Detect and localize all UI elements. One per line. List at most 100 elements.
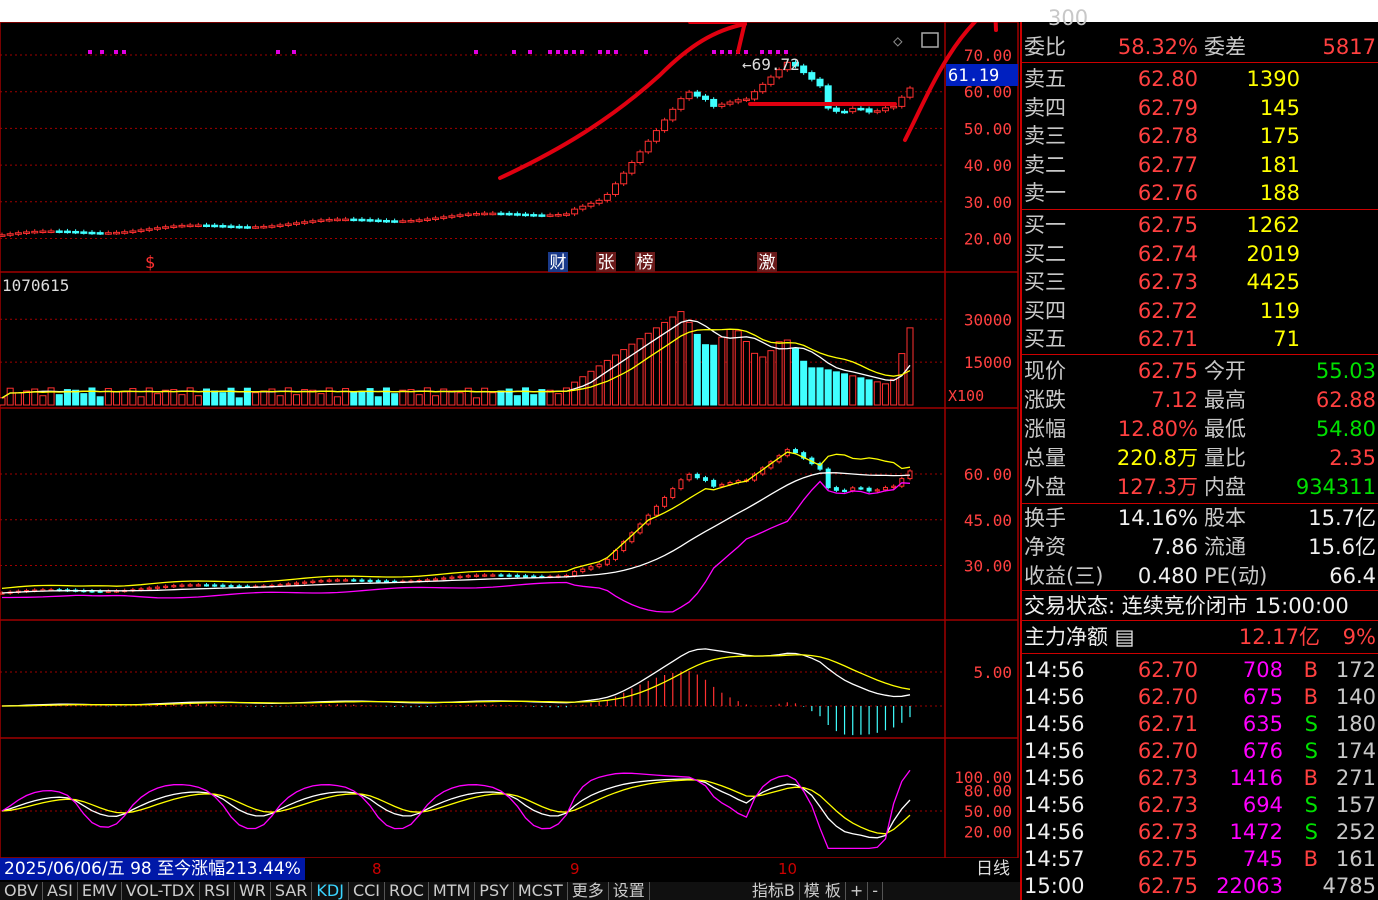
signal-dot <box>712 50 716 54</box>
volume-bar <box>816 367 824 406</box>
ask-row-3[interactable]: 卖三 62.78 175 <box>1022 122 1378 150</box>
sep-bids <box>1022 354 1378 355</box>
ma-candle-body <box>449 576 455 579</box>
candle-body <box>292 222 300 225</box>
volume-bar <box>260 390 268 406</box>
tick-row-8: 15:00 62.75 22063 4785 <box>1022 872 1378 900</box>
ma-candle-body <box>792 449 798 454</box>
tab-asi[interactable]: ASI <box>43 882 78 900</box>
stat-value: 220.8万 <box>1116 446 1198 470</box>
ma-candle-body <box>473 574 479 577</box>
tick-row-1: 14:56 62.70 675 B 140 <box>1022 683 1378 711</box>
candle-body <box>890 105 898 109</box>
ma-candle-body <box>212 584 218 587</box>
tab-cci[interactable]: CCI <box>349 882 386 900</box>
right-tab-0[interactable]: 指标B <box>748 882 800 900</box>
bid-row-5[interactable]: 买五 62.71 71 <box>1022 325 1378 353</box>
ma-candle-body <box>326 579 332 582</box>
tick-row-4: 14:56 62.73 1416 B 271 <box>1022 764 1378 792</box>
candle-body <box>481 212 489 216</box>
tab-obv[interactable]: OBV <box>0 882 44 900</box>
tab-sar[interactable]: SAR <box>271 882 313 900</box>
price-axis-label: 50.00 <box>964 119 1012 138</box>
ma-candle-body <box>711 479 717 487</box>
tick-row-6: 14:56 62.73 1472 S 252 <box>1022 818 1378 846</box>
tick-price: 62.73 <box>1137 766 1198 790</box>
tab-psy[interactable]: PSY <box>475 882 514 900</box>
ma-candle-body <box>833 487 839 491</box>
candle-body <box>522 213 530 217</box>
tab-mcst[interactable]: MCST <box>514 882 568 900</box>
ma-candle-body <box>465 575 471 578</box>
trade-status-row: 交易状态: 连续竞价闭市 15:00:00 <box>1022 592 1378 620</box>
candle-body <box>227 225 235 228</box>
ma-candle-body <box>171 585 177 588</box>
right-tab-3[interactable]: - <box>868 882 884 900</box>
tick-price: 62.70 <box>1137 685 1198 709</box>
stat-value-2: 55.03 <box>1315 359 1376 383</box>
tick-time: 14:56 <box>1024 658 1085 682</box>
ask-price: 62.79 <box>1137 95 1198 120</box>
stat-row-4: 外盘 127.3万 内盘 934311 <box>1022 473 1378 501</box>
chart-status-bar: 2025/06/06/五 98 至今涨幅213.44% 8 9 10 日线 <box>0 858 1020 882</box>
ma-candle-body <box>228 585 234 588</box>
volume-bar <box>47 387 55 406</box>
period-selector[interactable]: 日线 <box>976 858 1010 880</box>
volume-bar <box>88 387 96 406</box>
bid-row-1[interactable]: 买一 62.75 1262 <box>1022 211 1378 239</box>
tab-roc[interactable]: ROC <box>385 882 429 900</box>
candle-body <box>857 107 865 111</box>
partial-top-row: 300 <box>1022 4 1378 32</box>
tab-mtm[interactable]: MTM <box>429 882 476 900</box>
candle-body <box>72 230 80 234</box>
candle-body <box>88 231 96 235</box>
weibi-value: 58.32% <box>1117 35 1198 59</box>
volume-bar <box>783 339 791 406</box>
tab-设置[interactable]: 设置 <box>609 882 650 900</box>
tick-side: B <box>1303 685 1318 709</box>
bid-row-2[interactable]: 买二 62.74 2019 <box>1022 240 1378 268</box>
volume-bar <box>113 391 121 406</box>
tab-rsi[interactable]: RSI <box>200 882 235 900</box>
main-net-row[interactable]: 主力净额 ▤ 12.17亿 9% <box>1022 623 1378 651</box>
right-tab-2[interactable]: + <box>846 882 869 900</box>
bid-price: 62.75 <box>1137 213 1198 237</box>
bid-price: 62.74 <box>1137 241 1198 266</box>
candle-body <box>620 172 628 185</box>
ma-candle-body <box>653 505 659 516</box>
candle-body <box>170 225 178 228</box>
tab-wr[interactable]: WR <box>235 882 271 900</box>
ask-row-1[interactable]: 卖五 62.80 1390 <box>1022 65 1378 93</box>
tab-kdj[interactable]: KDJ <box>312 882 349 900</box>
tab-vol-tdx[interactable]: VOL-TDX <box>122 882 200 900</box>
ask-row-4[interactable]: 卖二 62.77 181 <box>1022 151 1378 179</box>
ma-candle-body <box>678 479 684 490</box>
ma-candle-body <box>670 488 676 498</box>
stock-chart-area[interactable]: 70.00 60.00 50.00 40.00 30.00 20.00 61.19 ←69.7… <box>0 22 1020 860</box>
right-tab-1[interactable]: 模 板 <box>800 882 846 900</box>
ask-label: 卖二 <box>1024 152 1066 177</box>
signal-dot <box>528 50 532 54</box>
bid-volume: 2019 <box>1246 241 1300 266</box>
candle-body <box>47 230 55 233</box>
ask-label: 卖五 <box>1024 67 1066 91</box>
signal-dot <box>564 50 568 54</box>
trade-status: 交易状态: 连续竞价闭市 15:00:00 <box>1024 594 1349 618</box>
tab-更多[interactable]: 更多 <box>568 882 609 900</box>
candle-body <box>513 213 521 216</box>
tick-count: 271 <box>1335 766 1376 790</box>
ma-candle-body <box>514 574 520 578</box>
ask-row-5[interactable]: 卖一 62.76 188 <box>1022 179 1378 207</box>
tick-side: B <box>1303 658 1318 682</box>
bid-row-3[interactable]: 买三 62.73 4425 <box>1022 268 1378 296</box>
signal-dot <box>474 50 478 54</box>
volume-bar <box>456 392 464 406</box>
volume-bar <box>14 392 22 406</box>
stat-label-2: 流通 <box>1204 535 1246 559</box>
ma-candle-body <box>220 584 226 587</box>
stat-value-2: 66.4 <box>1329 564 1376 588</box>
volume-bar <box>497 390 505 406</box>
tab-emv[interactable]: EMV <box>78 882 122 900</box>
bid-row-4[interactable]: 买四 62.72 119 <box>1022 297 1378 325</box>
ask-row-2[interactable]: 卖四 62.79 145 <box>1022 94 1378 122</box>
